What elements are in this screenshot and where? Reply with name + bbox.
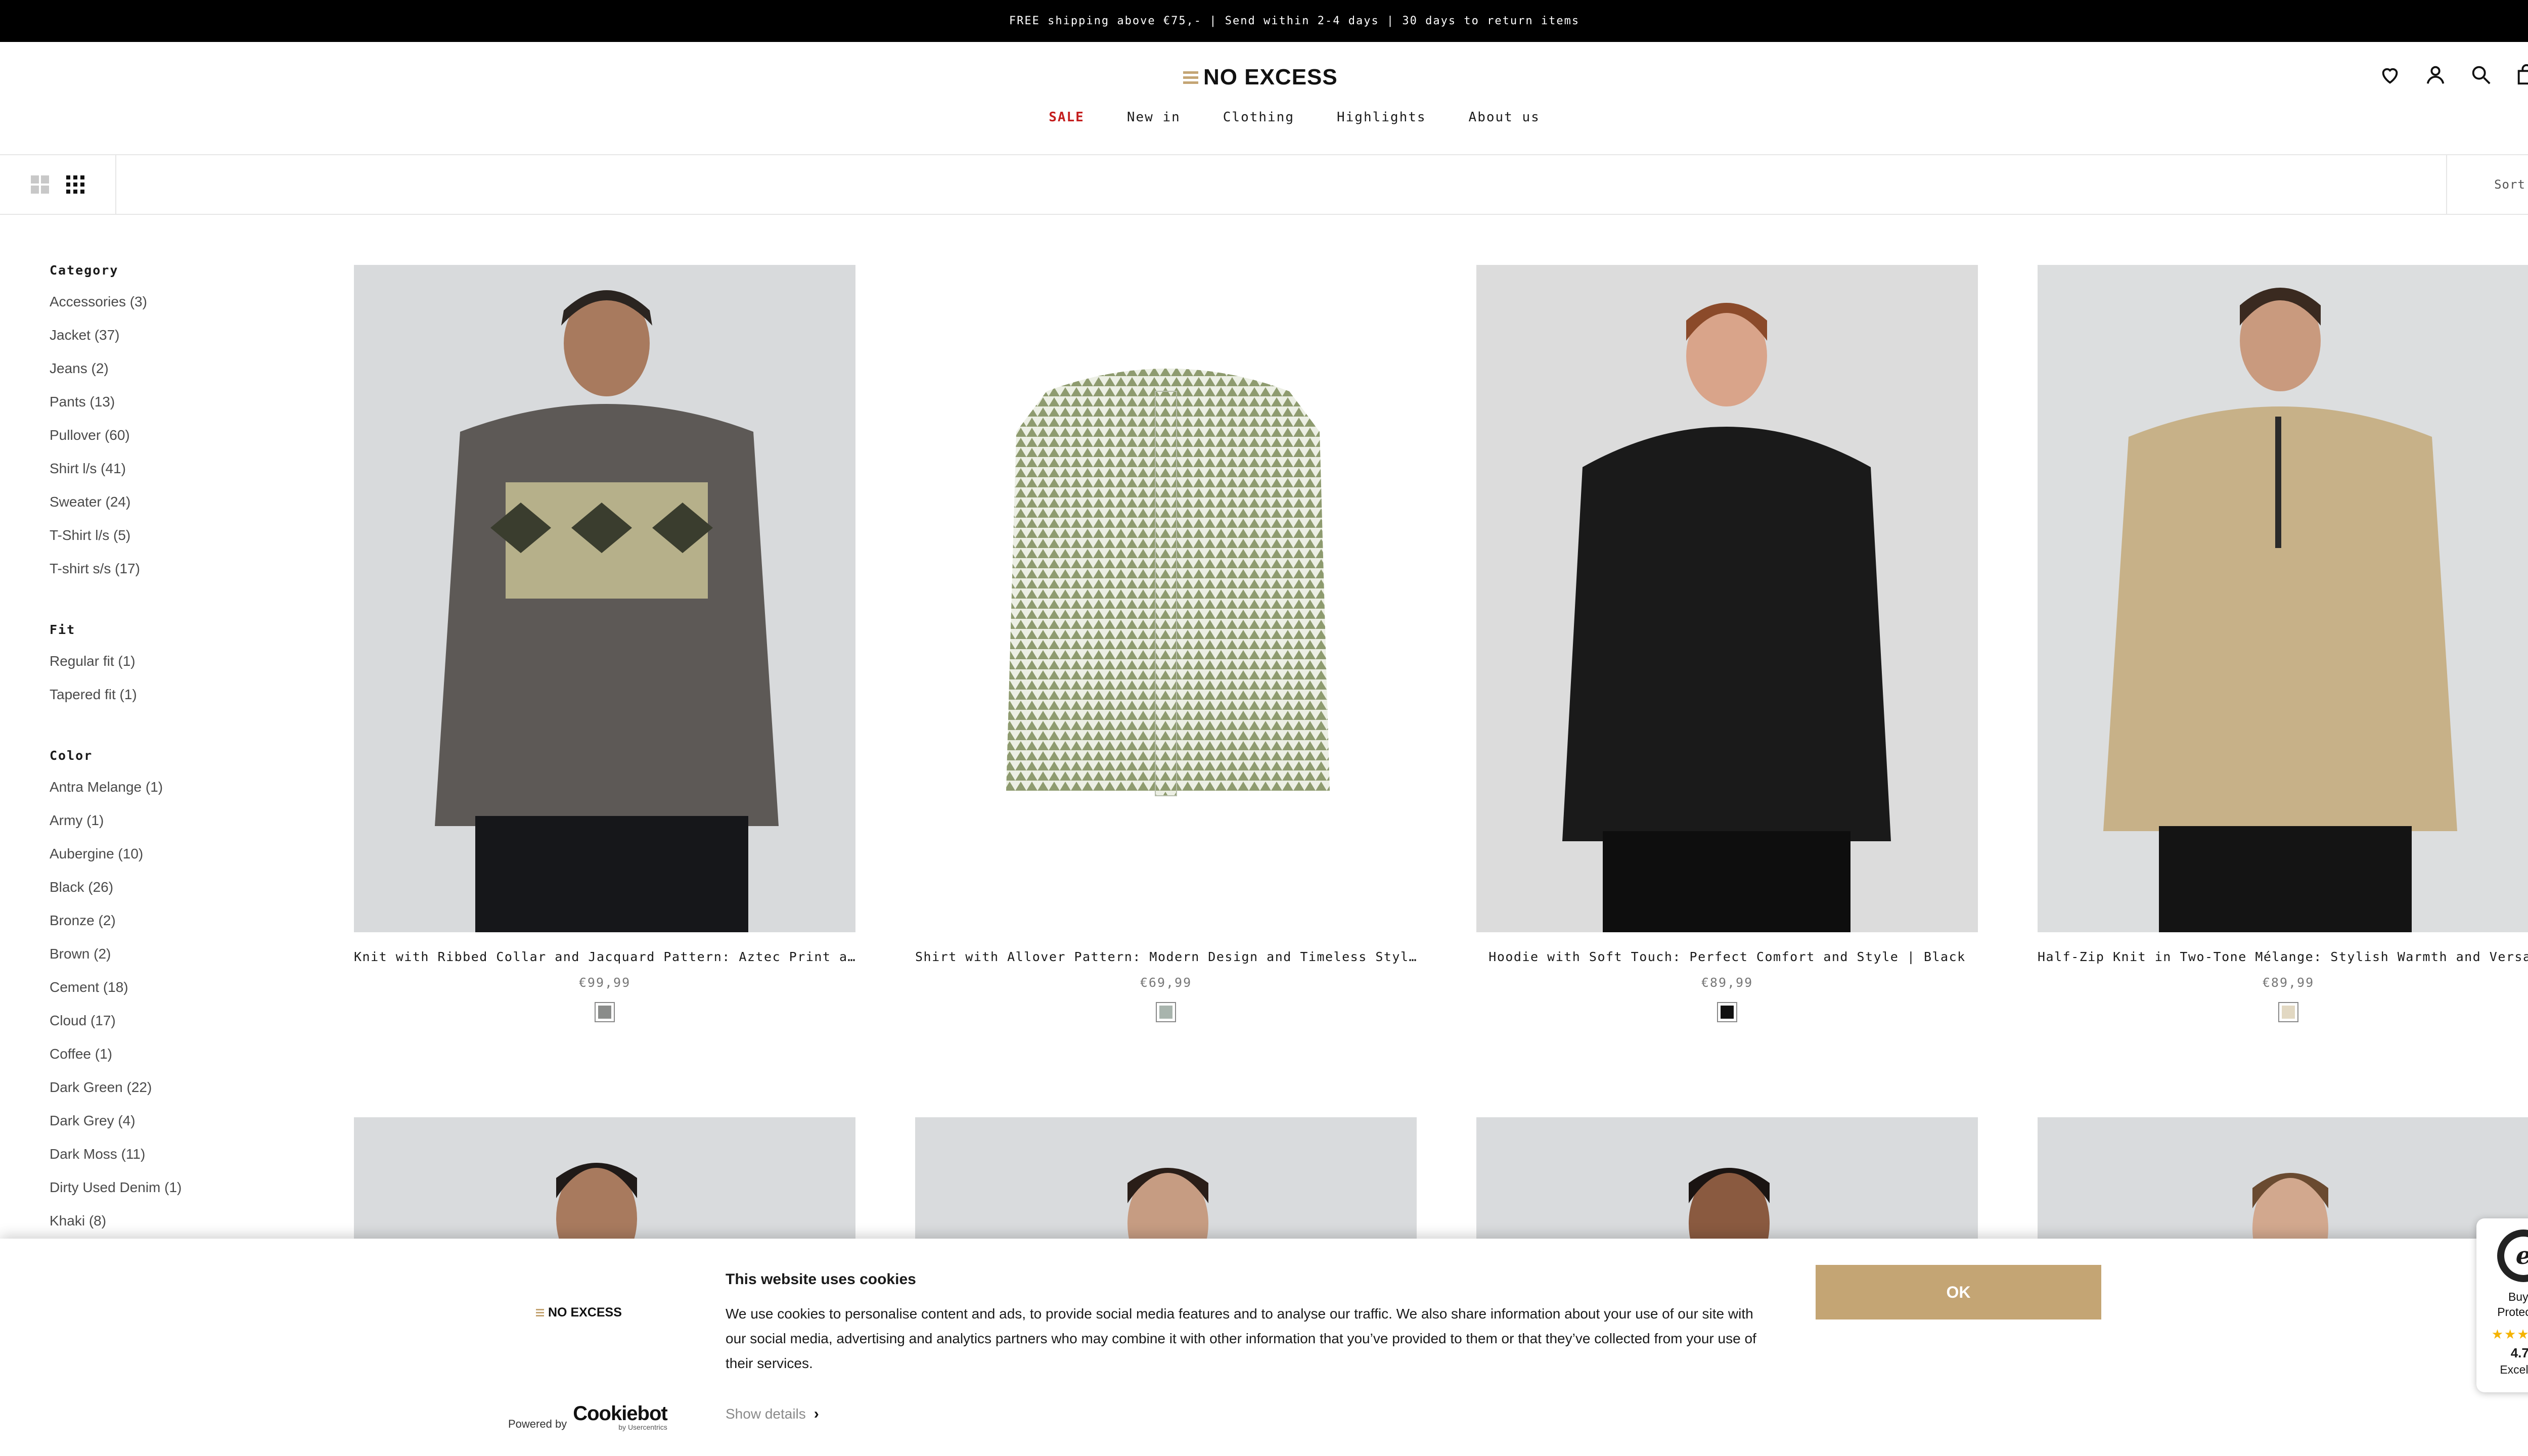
filter-title-fit: Fit	[50, 622, 76, 637]
search-icon[interactable]	[2469, 63, 2493, 86]
listing-toolbar: Sort	[0, 155, 2528, 215]
filter-list-fit: Regular fit (1) Tapered fit (1)	[50, 653, 302, 720]
trust-badge[interactable]: ··· e BuyerProtection ★★★★★ 4.74 Excelle…	[2476, 1218, 2528, 1392]
filter-option[interactable]: Dark Grey (4)	[50, 1113, 302, 1146]
filter-option[interactable]: Black (26)	[50, 879, 302, 913]
trust-seal-icon: e	[2497, 1230, 2528, 1282]
filter-option[interactable]: Jeans (2)	[50, 360, 302, 394]
cookie-title: This website uses cookies	[726, 1271, 916, 1288]
filter-option[interactable]: T-Shirt l/s (5)	[50, 527, 302, 561]
nav-item-about[interactable]: About us	[1469, 110, 1540, 125]
product-card[interactable]: Hoodie with Soft Touch: Perfect Comfort …	[1476, 265, 1978, 1022]
powered-by-cookiebot[interactable]: Powered by Cookiebot by Usercentrics	[508, 1402, 668, 1431]
cookie-text: We use cookies to personalise content an…	[726, 1306, 1756, 1371]
logo-mark	[1183, 71, 1198, 84]
filter-option[interactable]: Jacket (37)	[50, 327, 302, 360]
filter-option[interactable]: Dark Moss (11)	[50, 1146, 302, 1179]
product-card[interactable]: Shirt with Allover Pattern: Modern Desig…	[915, 265, 1417, 1022]
rating-word: Excellent	[2500, 1363, 2528, 1376]
product-price: €99,99	[578, 975, 631, 990]
chevron-right-icon: ›	[814, 1405, 819, 1422]
filter-option[interactable]: Army (1)	[50, 812, 302, 846]
product-image[interactable]	[1476, 265, 1978, 932]
filter-option[interactable]: Dark Green (22)	[50, 1079, 302, 1113]
filter-option[interactable]: Bronze (2)	[50, 913, 302, 946]
product-image[interactable]	[1476, 1117, 1978, 1239]
cookie-banner: NO EXCESS Powered by Cookiebot by Usercen…	[0, 1239, 2528, 1456]
product-price: €89,99	[1701, 975, 1753, 990]
logo-text: NO EXCESS	[1203, 65, 1338, 89]
filter-option[interactable]: Cloud (17)	[50, 1013, 302, 1046]
rating-stars: ★★★★★	[2491, 1327, 2528, 1342]
product-image[interactable]	[915, 265, 1417, 932]
filter-option[interactable]: Coffee (1)	[50, 1046, 302, 1079]
sort-dropdown[interactable]: Sort	[2446, 155, 2528, 214]
nav-item-clothing[interactable]: Clothing	[1223, 110, 1294, 125]
rating-score: 4.74	[2510, 1345, 2528, 1360]
product-title[interactable]: Knit with Ribbed Collar and Jacquard Pat…	[354, 949, 855, 964]
filter-option[interactable]: Accessories (3)	[50, 294, 302, 327]
nav-item-new-in[interactable]: New in	[1127, 110, 1181, 125]
grid-4-icon[interactable]	[65, 174, 85, 195]
product-image[interactable]	[2038, 265, 2528, 932]
filter-group-color: Color Antra Melange (1) Army (1) Aubergine…	[50, 748, 302, 1246]
show-details-link[interactable]: Show details ›	[726, 1405, 819, 1423]
announcement-bar: FREE shipping above €75,- | Send within …	[0, 0, 2528, 42]
powered-by-label: Powered by	[508, 1418, 567, 1430]
color-swatch[interactable]	[595, 1002, 615, 1022]
product-image[interactable]	[354, 1117, 855, 1239]
bag-icon[interactable]	[2515, 63, 2528, 86]
filter-option[interactable]: T-shirt s/s (17)	[50, 561, 302, 594]
sort-label: Sort	[2494, 177, 2525, 192]
filter-option[interactable]: Shirt l/s (41)	[50, 461, 302, 494]
view-toggle	[0, 155, 116, 214]
filter-option[interactable]: Aubergine (10)	[50, 846, 302, 879]
filter-option[interactable]: Cement (18)	[50, 979, 302, 1013]
cookie-logo-text: NO EXCESS	[548, 1305, 622, 1320]
filter-option[interactable]: Dirty Used Denim (1)	[50, 1179, 302, 1213]
product-card[interactable]: Half-Zip Knit in Two-Tone Mélange: Styli…	[2038, 265, 2528, 1022]
cookiebot-logo: Cookiebot by Usercentrics	[573, 1402, 668, 1431]
cookie-ok-button[interactable]: OK	[1816, 1265, 2101, 1320]
heart-icon[interactable]	[2378, 63, 2402, 86]
filter-list-category: Accessories (3) Jacket (37) Jeans (2) Pants…	[50, 294, 302, 594]
trust-badge-label: BuyerProtection	[2497, 1290, 2528, 1318]
filter-option[interactable]: Antra Melange (1)	[50, 779, 302, 812]
filter-group-category: Category Accessories (3) Jacket (37) Jeans…	[50, 263, 302, 594]
product-title[interactable]: Shirt with Allover Pattern: Modern Desig…	[915, 949, 1417, 964]
nav-item-sale[interactable]: SALE	[1049, 110, 1085, 125]
filter-sidebar: Category Accessories (3) Jacket (37) Jeans…	[50, 263, 302, 1275]
header-icons	[2378, 63, 2528, 86]
site-header: NO EXCESS SALE New in Clothing Highlight…	[0, 42, 2528, 155]
product-image[interactable]	[915, 1117, 1417, 1239]
cookie-banner-logo: NO EXCESS	[536, 1305, 622, 1320]
product-card[interactable]: Knit with Ribbed Collar and Jacquard Pat…	[354, 265, 855, 1022]
product-title[interactable]: Hoodie with Soft Touch: Perfect Comfort …	[1476, 949, 1978, 964]
filter-list-color: Antra Melange (1) Army (1) Aubergine (10) B…	[50, 779, 302, 1246]
main-nav: SALE New in Clothing Highlights About us	[0, 110, 2528, 125]
filter-option[interactable]: Pants (13)	[50, 394, 302, 427]
show-details-label: Show details	[726, 1406, 806, 1422]
site-logo[interactable]: NO EXCESS	[1183, 62, 1338, 93]
product-price: €69,99	[1140, 975, 1192, 990]
filter-option[interactable]: Tapered fit (1)	[50, 687, 302, 720]
color-swatch[interactable]	[2278, 1002, 2298, 1022]
filter-option[interactable]: Regular fit (1)	[50, 653, 302, 687]
account-icon[interactable]	[2424, 63, 2447, 86]
filter-option[interactable]: Sweater (24)	[50, 494, 302, 527]
filter-group-fit: Fit Regular fit (1) Tapered fit (1)	[50, 622, 302, 720]
color-swatch[interactable]	[1156, 1002, 1176, 1022]
filter-option[interactable]: Brown (2)	[50, 946, 302, 979]
filter-title-category: Category	[50, 263, 119, 278]
announcement-text: FREE shipping above €75,- | Send within …	[1009, 15, 1580, 27]
color-swatch[interactable]	[1717, 1002, 1737, 1022]
nav-item-highlights[interactable]: Highlights	[1337, 110, 1426, 125]
product-title[interactable]: Half-Zip Knit in Two-Tone Mélange: Styli…	[2038, 949, 2528, 964]
product-image[interactable]	[354, 265, 855, 932]
grid-2-icon[interactable]	[30, 174, 50, 195]
filter-title-color: Color	[50, 748, 93, 763]
filter-option[interactable]: Pullover (60)	[50, 427, 302, 461]
product-image[interactable]	[2038, 1117, 2528, 1239]
product-price: €89,99	[2262, 975, 2315, 990]
